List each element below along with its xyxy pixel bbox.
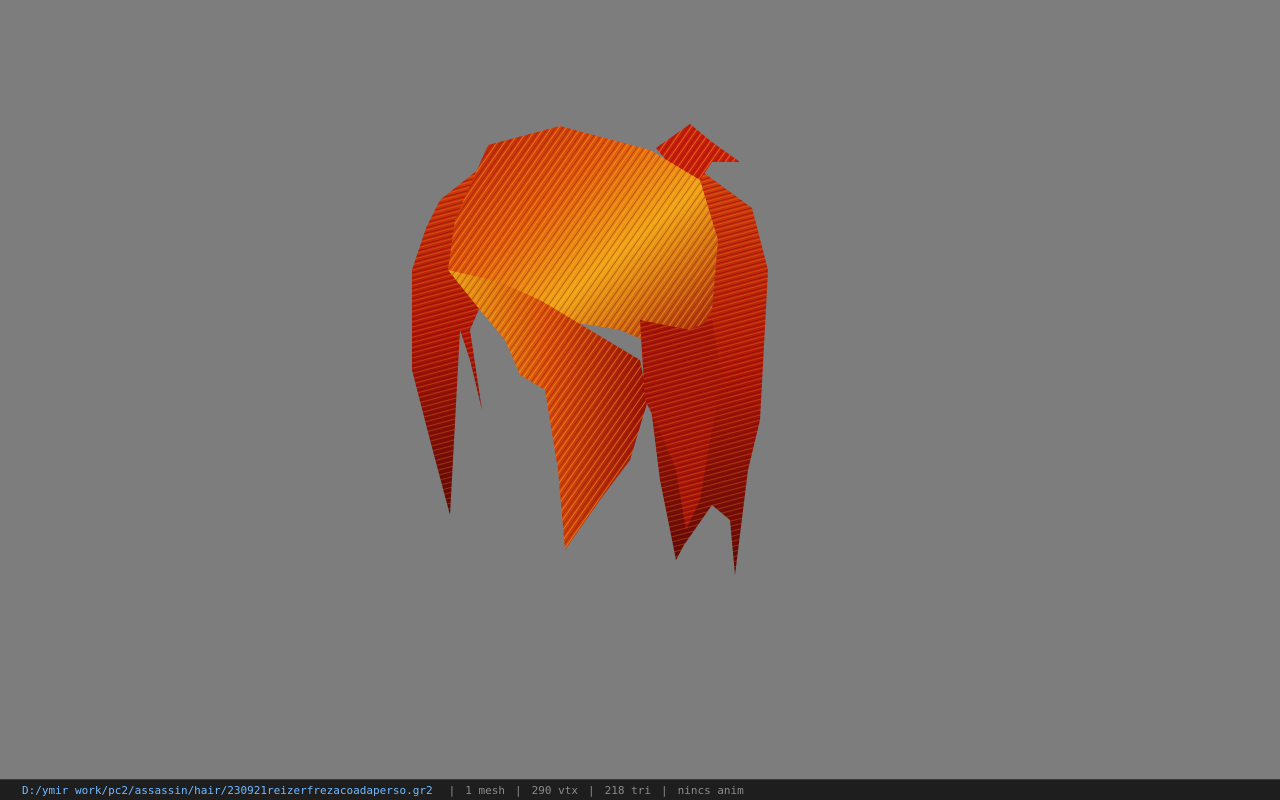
mesh-count-label: 1 mesh — [465, 783, 505, 797]
hair-model-render[interactable] — [0, 0, 1280, 779]
separator: | — [448, 783, 456, 797]
file-path-label: D:/ymir work/pc2/assassin/hair/230921rei… — [22, 783, 433, 797]
3d-viewport[interactable] — [0, 0, 1280, 779]
separator: | — [587, 783, 595, 797]
status-bar: D:/ymir work/pc2/assassin/hair/230921rei… — [0, 779, 1280, 800]
vertex-count-label: 290 vtx — [531, 783, 578, 797]
separator: | — [514, 783, 522, 797]
animation-status-label: nincs anim — [677, 783, 744, 797]
separator: | — [660, 783, 668, 797]
triangle-count-label: 218 tri — [604, 783, 651, 797]
